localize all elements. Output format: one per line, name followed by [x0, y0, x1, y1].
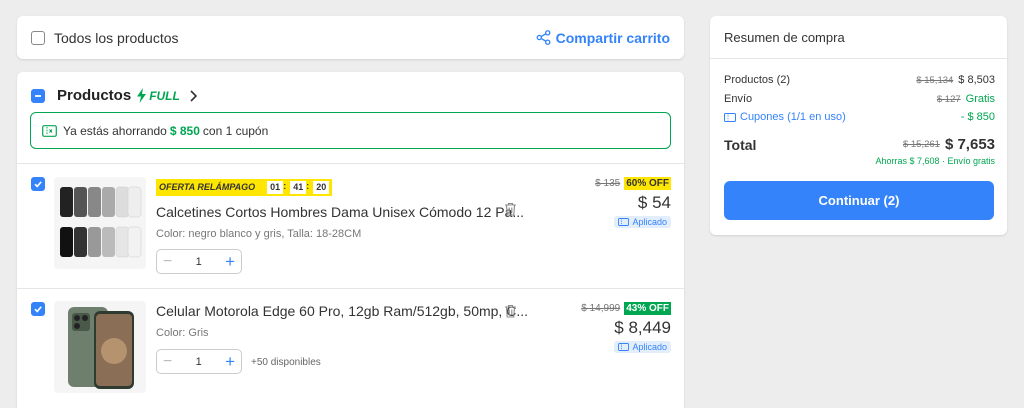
- timer-hours: 01: [267, 180, 284, 194]
- savings-suffix: con 1 cupón: [202, 123, 269, 138]
- summary-total-price: $ 7,653: [944, 136, 995, 153]
- cart-item: OFERTA RELÁMPAGO 01: 41: 20 Calcetines C…: [17, 164, 684, 288]
- products-group-checkbox[interactable]: [31, 88, 45, 103]
- increase-button[interactable]: +: [225, 352, 235, 372]
- item-variant: Color: negro blanco y gris, Talla: 18-28…: [156, 227, 362, 240]
- quantity-value[interactable]: 1: [196, 256, 202, 268]
- summary-total-row: Total $ 15,261 $ 7,653: [724, 136, 995, 153]
- coupon-icon: [618, 343, 630, 351]
- summary-coupons-row[interactable]: Cupones (1/1 en uso) - $ 850: [724, 111, 995, 123]
- savings-banner: Ya estás ahorrando $ 850 con 1 cupón: [30, 112, 671, 149]
- share-cart-button[interactable]: Compartir carrito: [536, 30, 670, 46]
- savings-prefix: Ya estás ahorrando: [63, 123, 167, 138]
- cart-item: Celular Motorola Edge 60 Pro, 12gb Ram/5…: [17, 289, 684, 408]
- products-header[interactable]: Productos FULL: [31, 87, 197, 104]
- discount-badge: 60% OFF: [624, 177, 671, 190]
- summary-savings-line: Ahorras $ 7,608 · Envío gratis: [875, 156, 995, 166]
- decrease-button[interactable]: −: [163, 353, 172, 371]
- select-all-label[interactable]: Todos los productos: [54, 30, 179, 46]
- products-title: Productos: [57, 87, 132, 104]
- share-icon: [536, 30, 551, 45]
- countdown-timer: 01: 41: 20: [263, 180, 330, 194]
- summary-shipping-value: Gratis: [965, 93, 995, 105]
- summary-shipping-row: Envío $ 127 Gratis: [724, 93, 995, 105]
- summary-products-old: $ 15,134: [916, 74, 954, 86]
- summary-coupons-value: - $ 850: [960, 111, 995, 123]
- item-checkbox[interactable]: [31, 302, 45, 316]
- summary-total-label: Total: [724, 136, 757, 153]
- coupon-icon: [42, 124, 57, 137]
- trash-icon[interactable]: [504, 304, 517, 318]
- lightning-icon: [137, 88, 147, 103]
- full-badge: FULL: [136, 88, 180, 103]
- applied-badge: Aplicado: [614, 216, 671, 228]
- price-column: $ 135 60% OFF $ 54 Aplicado: [595, 177, 671, 231]
- timer-minutes: 41: [290, 180, 307, 194]
- continue-button[interactable]: Continuar (2): [724, 181, 994, 220]
- chevron-right-icon[interactable]: [189, 89, 197, 102]
- purchase-summary: Resumen de compra Productos (2) $ 15,134…: [710, 16, 1007, 235]
- full-badge-label: FULL: [149, 88, 180, 103]
- item-info: OFERTA RELÁMPAGO 01: 41: 20 Calcetines C…: [156, 177, 524, 240]
- applied-label: Aplicado: [632, 342, 667, 352]
- decrease-button[interactable]: −: [163, 253, 172, 271]
- original-price: $ 14,999: [581, 303, 621, 314]
- summary-shipping-old: $ 127: [936, 93, 961, 105]
- trash-icon[interactable]: [504, 202, 517, 216]
- share-cart-label: Compartir carrito: [555, 29, 670, 46]
- item-checkbox[interactable]: [31, 177, 45, 191]
- item-title[interactable]: Celular Motorola Edge 60 Pro, 12gb Ram/5…: [156, 303, 528, 319]
- summary-products-row: Productos (2) $ 15,134 $ 8,503: [724, 74, 995, 86]
- item-title[interactable]: Calcetines Cortos Hombres Dama Unisex Có…: [156, 204, 524, 220]
- flash-offer-label: OFERTA RELÁMPAGO: [159, 182, 256, 192]
- price-column: $ 14,999 43% OFF $ 8,449 Aplicado: [581, 302, 671, 356]
- item-info: Celular Motorola Edge 60 Pro, 12gb Ram/5…: [156, 303, 528, 339]
- summary-title: Resumen de compra: [710, 16, 1007, 59]
- summary-products-price: $ 8,503: [958, 74, 995, 86]
- coupon-icon: [618, 218, 630, 226]
- availability-text: +50 disponibles: [251, 357, 321, 368]
- product-image-socks[interactable]: [54, 177, 146, 269]
- increase-button[interactable]: +: [225, 252, 235, 272]
- summary-total-old: $ 15,261: [902, 139, 940, 150]
- quantity-value[interactable]: 1: [196, 356, 202, 368]
- flash-offer-badge: OFERTA RELÁMPAGO 01: 41: 20: [156, 178, 333, 196]
- item-variant: Color: Gris: [156, 327, 209, 339]
- original-price: $ 135: [595, 178, 621, 189]
- select-all-bar: Todos los productos Compartir carrito: [17, 16, 684, 59]
- product-image-phone[interactable]: [54, 301, 146, 393]
- products-card: Productos FULL Ya estás ahorrando $ 850 …: [17, 72, 684, 408]
- quantity-stepper[interactable]: − 1 +: [156, 349, 242, 374]
- timer-seconds: 20: [313, 180, 330, 194]
- summary-coupons-label[interactable]: Cupones (1/1 en uso): [740, 111, 846, 123]
- quantity-stepper[interactable]: − 1 +: [156, 249, 242, 274]
- summary-shipping-label: Envío: [724, 93, 753, 105]
- current-price: $ 8,449: [614, 318, 671, 337]
- current-price: $ 54: [637, 193, 671, 212]
- discount-badge: 43% OFF: [624, 302, 671, 315]
- summary-products-label: Productos (2): [724, 74, 791, 86]
- applied-badge: Aplicado: [614, 341, 671, 353]
- savings-amount: $ 850: [169, 123, 200, 138]
- applied-label: Aplicado: [632, 217, 667, 227]
- coupon-icon: [724, 112, 736, 122]
- select-all-checkbox[interactable]: [31, 30, 45, 45]
